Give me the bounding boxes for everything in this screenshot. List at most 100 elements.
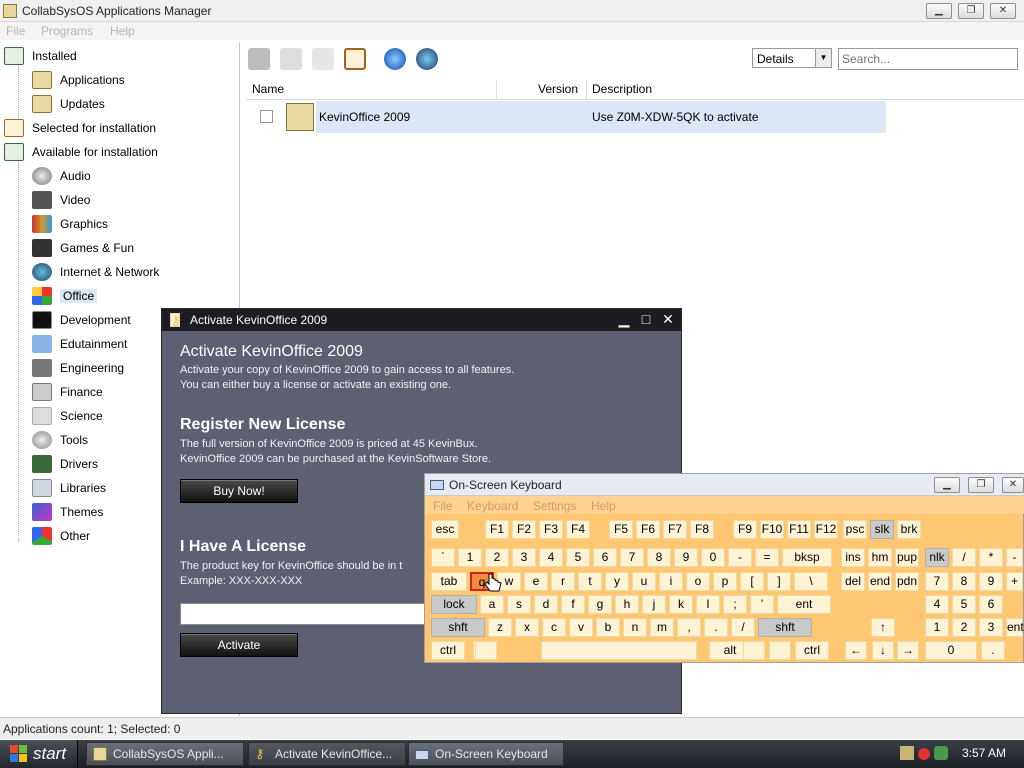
key-t-r2[interactable]: t xyxy=(578,572,602,591)
key-sym0-r1[interactable]: ` xyxy=(431,548,455,567)
key-f8-r0[interactable]: F8 xyxy=(690,520,714,539)
task-activate-kevinoffice[interactable]: ⚷ Activate KevinOffice... xyxy=(248,742,406,766)
key-sym11-r3[interactable]: ' xyxy=(750,595,774,614)
key-s-r3[interactable]: s xyxy=(507,595,531,614)
key-sym20-r2[interactable]: + xyxy=(1006,572,1023,591)
chevron-down-icon[interactable]: ▼ xyxy=(815,49,831,67)
key-f10-r0[interactable]: F10 xyxy=(760,520,784,539)
key-ins-r1[interactable]: ins xyxy=(841,548,865,567)
key-b-r4[interactable]: b xyxy=(596,618,620,637)
minimize-button[interactable]: ▁ xyxy=(926,3,952,19)
key-nlk-r1[interactable]: nlk xyxy=(925,548,949,567)
key-sym12-r2[interactable]: ] xyxy=(767,572,791,591)
key-ent-r4[interactable]: ent xyxy=(1006,618,1024,637)
key-1-r4[interactable]: 1 xyxy=(925,618,949,637)
key-f1-r0[interactable]: F1 xyxy=(485,520,509,539)
key-7-r2[interactable]: 7 xyxy=(925,572,949,591)
tree-item-themes[interactable]: Themes xyxy=(32,500,103,522)
key-f9-r0[interactable]: F9 xyxy=(733,520,757,539)
key-j-r3[interactable]: j xyxy=(642,595,666,614)
tools-tray-icon[interactable] xyxy=(900,746,914,760)
tree-item-selected-for-installation[interactable]: Selected for installation xyxy=(4,116,156,138)
product-key-input[interactable] xyxy=(180,603,425,625)
key-sym9-r4[interactable]: . xyxy=(704,618,728,637)
tree-item-edutainment[interactable]: Edutainment xyxy=(32,332,127,354)
key-sym13-r2[interactable]: \ xyxy=(794,572,828,591)
remove-icon[interactable] xyxy=(280,48,302,70)
key-e-r2[interactable]: e xyxy=(524,572,548,591)
tree-item-drivers[interactable]: Drivers xyxy=(32,452,98,474)
buy-now-button[interactable]: Buy Now! xyxy=(180,479,298,503)
key-sym5-r5[interactable]: ↓ xyxy=(872,641,894,660)
dialog-close-button[interactable]: ✕ xyxy=(660,311,676,328)
key-0-r5[interactable]: 0 xyxy=(925,641,977,660)
dialog-maximize-button[interactable]: □ xyxy=(638,311,654,327)
key-sym20-r1[interactable]: - xyxy=(1006,548,1023,567)
key-sym8-r5[interactable]: . xyxy=(981,641,1005,660)
tree-item-applications[interactable]: Applications xyxy=(32,68,125,90)
key-a-r3[interactable]: a xyxy=(480,595,504,614)
tree-item-updates[interactable]: Updates xyxy=(32,92,105,114)
key-r-r2[interactable]: r xyxy=(551,572,575,591)
key-hm-r1[interactable]: hm xyxy=(868,548,892,567)
key-5-r3[interactable]: 5 xyxy=(952,595,976,614)
left-windows-key[interactable] xyxy=(475,641,497,660)
tree-item-available-for-installation[interactable]: Available for installation xyxy=(4,140,158,162)
key-o-r2[interactable]: o xyxy=(686,572,710,591)
key-shft-r4[interactable]: shft xyxy=(758,618,812,637)
keyboard-menu-keyboard[interactable]: Keyboard xyxy=(467,499,518,513)
key-f12-r0[interactable]: F12 xyxy=(814,520,838,539)
key-pdn-r2[interactable]: pdn xyxy=(895,572,919,591)
key-8-r2[interactable]: 8 xyxy=(952,572,976,591)
task-on-screen-keyboard[interactable]: On-Screen Keyboard xyxy=(408,742,564,766)
window-titlebar[interactable]: CollabSysOS Applications Manager ▁ ❐ ✕ xyxy=(0,0,1024,22)
space-key[interactable] xyxy=(541,641,697,660)
keyboard-restore-button[interactable]: ❐ xyxy=(968,477,994,493)
tree-item-science[interactable]: Science xyxy=(32,404,103,426)
key-sym10-r3[interactable]: ; xyxy=(723,595,747,614)
key-l-r3[interactable]: l xyxy=(696,595,720,614)
key-7-r1[interactable]: 7 xyxy=(620,548,644,567)
key-q-r2[interactable]: q xyxy=(470,572,494,591)
network-update-icon[interactable] xyxy=(416,48,438,70)
key-4-r3[interactable]: 4 xyxy=(925,595,949,614)
key-3-r1[interactable]: 3 xyxy=(512,548,536,567)
key-i-r2[interactable]: i xyxy=(659,572,683,591)
key-8-r1[interactable]: 8 xyxy=(647,548,671,567)
clock[interactable]: 3:57 AM xyxy=(962,746,1006,760)
keyboard-close-button[interactable]: ✕ xyxy=(1002,477,1024,493)
tree-item-libraries[interactable]: Libraries xyxy=(32,476,106,498)
key-f11-r0[interactable]: F11 xyxy=(787,520,811,539)
key-k-r3[interactable]: k xyxy=(669,595,693,614)
view-mode-select[interactable]: Details ▼ xyxy=(752,48,832,68)
alert-tray-icon[interactable] xyxy=(918,748,930,760)
checklist-toolbar-icon[interactable] xyxy=(344,48,366,70)
key-2-r1[interactable]: 2 xyxy=(485,548,509,567)
tree-item-audio[interactable]: Audio xyxy=(32,164,91,186)
tree-item-development[interactable]: Development xyxy=(32,308,131,330)
tree-item-finance[interactable]: Finance xyxy=(32,380,103,402)
tree-item-other[interactable]: Other xyxy=(32,524,90,546)
key-sym19-r1[interactable]: * xyxy=(979,548,1003,567)
menu-file[interactable]: File xyxy=(6,24,25,38)
keyboard-titlebar[interactable]: On-Screen Keyboard ▁ ❐ ✕ xyxy=(425,474,1024,496)
dialog-titlebar[interactable]: ⚷ Activate KevinOffice 2009 ▁ □ ✕ xyxy=(162,309,681,331)
key-sym8-r4[interactable]: , xyxy=(677,618,701,637)
key-2-r4[interactable]: 2 xyxy=(952,618,976,637)
key-5-r1[interactable]: 5 xyxy=(566,548,590,567)
key-y-r2[interactable]: y xyxy=(605,572,629,591)
key-g-r3[interactable]: g xyxy=(588,595,612,614)
key-9-r2[interactable]: 9 xyxy=(979,572,1003,591)
key-sym11-r2[interactable]: [ xyxy=(740,572,764,591)
task-applications-manager[interactable]: CollabSysOS Appli... xyxy=(86,742,244,766)
key-lock-r3[interactable]: lock xyxy=(431,595,477,614)
key-f4-r0[interactable]: F4 xyxy=(566,520,590,539)
keyboard-minimize-button[interactable]: ▁ xyxy=(934,477,960,493)
tree-item-graphics[interactable]: Graphics xyxy=(32,212,108,234)
key-bksp-r1[interactable]: bksp xyxy=(782,548,832,567)
key-sym12-r1[interactable]: = xyxy=(755,548,779,567)
upgrade-icon[interactable] xyxy=(312,48,334,70)
tree-item-internet-network[interactable]: Internet & Network xyxy=(32,260,159,282)
column-description[interactable]: Description xyxy=(592,82,652,96)
key-n-r4[interactable]: n xyxy=(623,618,647,637)
